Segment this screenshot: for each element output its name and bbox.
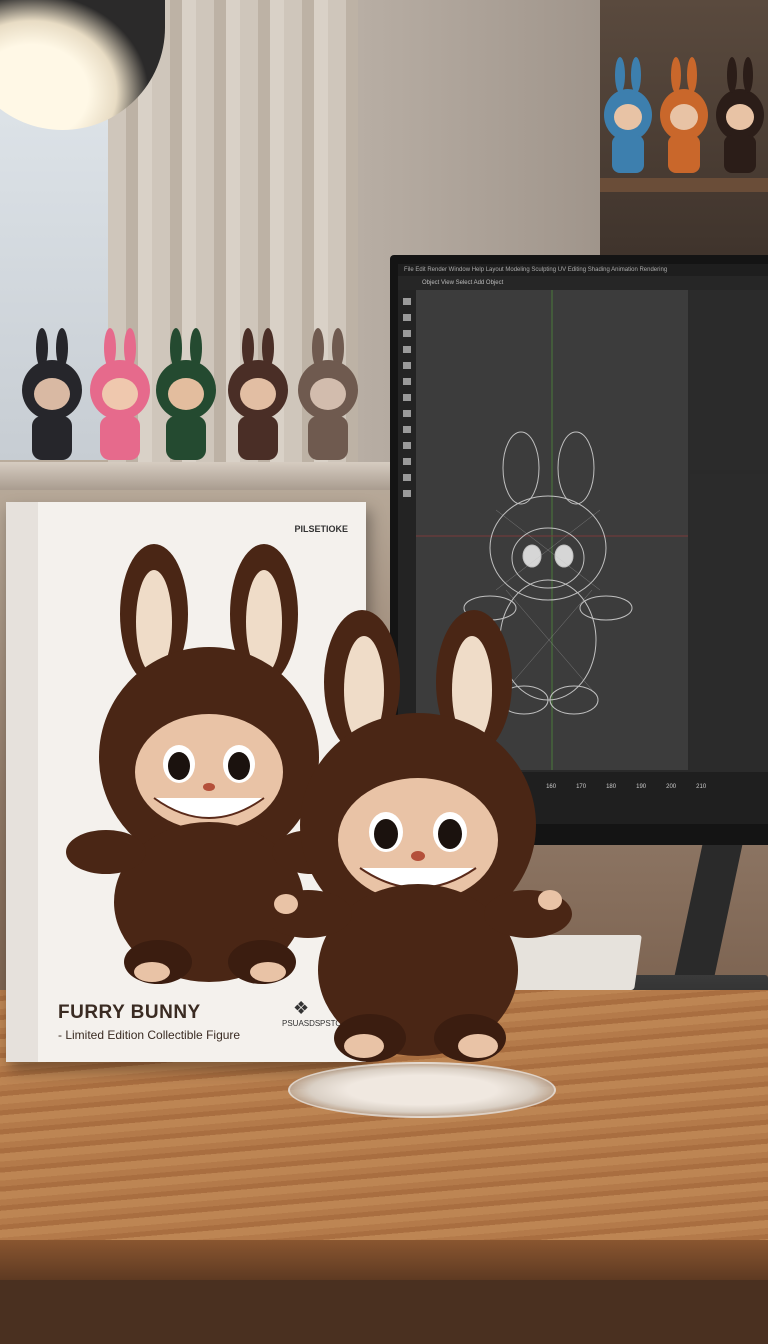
timeline-tick: 200: [666, 784, 677, 790]
box-title: FURRY BUNNY: [58, 1002, 201, 1023]
shelf-figures: [22, 328, 358, 460]
timeline-tick: 180: [606, 784, 617, 790]
box-subtitle: - Limited Edition Collectible Figure: [58, 1028, 241, 1042]
photo-scene: File Edit Render Window Help Layout Mode…: [0, 0, 768, 1344]
timeline-tick: 190: [636, 784, 647, 790]
timeline-tick: 170: [576, 784, 587, 790]
desk-edge: [0, 1240, 768, 1280]
bookcase-figures: [604, 57, 764, 173]
outliner-panel[interactable]: [690, 290, 768, 470]
tool-icons: [403, 298, 411, 497]
app-menubar: File Edit Render Window Help Layout Mode…: [398, 264, 768, 276]
monitor-stand-neck: [673, 845, 743, 980]
box-brand: PILSETIOKE: [294, 524, 348, 534]
floor: [0, 1280, 768, 1344]
toolbar-label: Object View Select Add Object: [422, 280, 504, 286]
bookcase-shelf: [600, 178, 768, 192]
app-toolbar: Object View Select Add Object: [398, 276, 768, 290]
furry-bunny-figure: [272, 610, 572, 1062]
timeline-tick: 210: [696, 784, 707, 790]
properties-panel[interactable]: [690, 474, 768, 774]
